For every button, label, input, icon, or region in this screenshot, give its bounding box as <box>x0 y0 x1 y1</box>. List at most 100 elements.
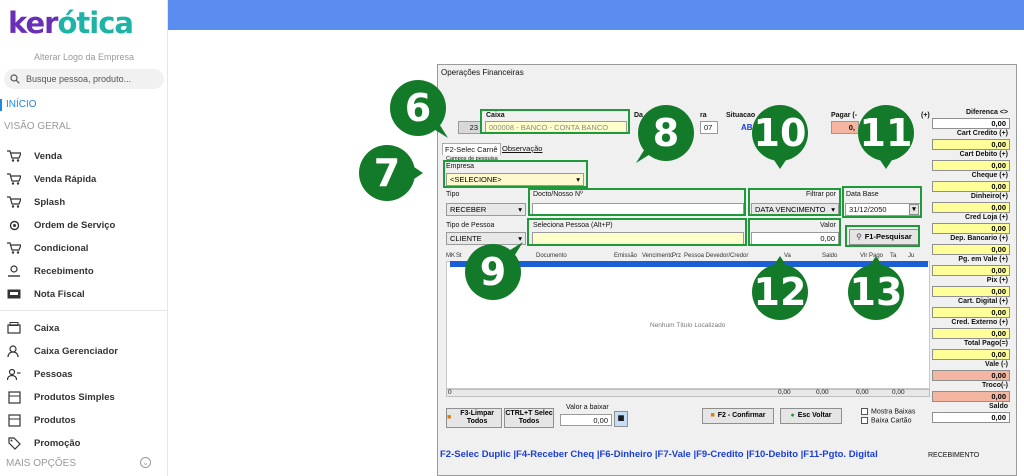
summary-value[interactable]: 0,00 <box>932 223 1010 234</box>
tag-icon <box>6 436 22 450</box>
summary-value[interactable]: 0,00 <box>932 265 1010 276</box>
summary-value[interactable]: 0,00 <box>932 349 1010 360</box>
mostra-baixas-checkbox[interactable]: Mostra Baixas <box>861 408 915 415</box>
summary-value[interactable]: 0,00 <box>932 202 1010 213</box>
payment-summary-panel: Diferenca <> 0,00 Cart Credito (+) 0,00 Cart… <box>932 109 1012 439</box>
summary-label: Dep. Bancario (+) <box>950 235 1008 242</box>
summary-value[interactable]: 0,00 <box>932 118 1010 129</box>
total-juros: 0,00 <box>892 389 905 396</box>
summary-label: Pix (+) <box>986 277 1008 284</box>
search-input[interactable]: Busque pessoa, produto... <box>4 69 164 89</box>
ra-label: ra <box>700 112 707 119</box>
calculator-icon[interactable]: ▦ <box>614 411 628 427</box>
tab-observacao[interactable]: Observação <box>502 144 542 153</box>
brand-logo[interactable]: kerótica <box>8 6 134 40</box>
ra-field[interactable]: 07 <box>700 121 718 134</box>
total-valor: 0,00 <box>778 389 791 396</box>
sidebar-item-produtos-simples[interactable]: Produtos Simples <box>6 388 115 406</box>
nfe-icon <box>6 287 22 301</box>
section-overview: VISÃO GERAL <box>4 121 72 132</box>
sidebar-item-venda[interactable]: Venda <box>6 147 62 165</box>
summary-value[interactable]: 0,00 <box>932 307 1010 318</box>
callout-number: 13 <box>849 270 903 314</box>
app-root: kerótica Alterar Logo da Empresa Busque … <box>0 0 1024 476</box>
summary-label: Cred. Externo (+) <box>951 319 1008 326</box>
tab-selec-carne[interactable]: F2-Selec Carnê <box>442 143 501 155</box>
summary-label: Dinheiro(+) <box>970 193 1008 200</box>
dialog-title: Operações Financeiras <box>441 68 524 77</box>
register-icon <box>6 321 22 335</box>
cart-icon <box>6 241 22 255</box>
cart-fast-icon <box>6 172 22 186</box>
sidebar-item-caixa[interactable]: Caixa <box>6 319 59 337</box>
limpar-todos-button[interactable]: ■ F3-Limpar Todos <box>446 408 502 428</box>
summary-value[interactable]: 0,00 <box>932 286 1010 297</box>
sidebar-item-ordem-servico[interactable]: Ordem de Serviço <box>6 216 115 234</box>
summary-value[interactable]: 0,00 <box>932 412 1010 423</box>
pagar-field[interactable]: 0, <box>831 121 859 134</box>
callout-marker: 7 <box>357 143 423 203</box>
highlight-pesquisar <box>845 225 920 247</box>
sidebar-item-condicional[interactable]: Condicional <box>6 239 88 257</box>
money-hand-icon <box>6 264 22 278</box>
total-pago: 0,00 <box>856 389 869 396</box>
total-count: 0 <box>448 389 452 396</box>
cart-icon <box>6 195 22 209</box>
sidebar-divider <box>0 310 168 311</box>
active-indicator <box>0 99 2 111</box>
callout-marker: 9 <box>463 242 523 302</box>
summary-value[interactable]: 0,00 <box>932 328 1010 339</box>
box-icon <box>6 390 22 404</box>
chevron-down-icon[interactable]: ⌄ <box>140 457 151 468</box>
baixa-cartao-checkbox[interactable]: Baixa Cartão <box>861 417 911 424</box>
sidebar-item-nota-fiscal[interactable]: Nota Fiscal <box>6 285 85 303</box>
summary-value[interactable]: 0,00 <box>932 391 1010 402</box>
highlight-filtrar <box>748 188 841 216</box>
summary-value[interactable]: 0,00 <box>932 244 1010 255</box>
section-more[interactable]: MAIS OPÇÕES <box>6 458 76 469</box>
sidebar-item-recebimento[interactable]: Recebimento <box>6 262 94 280</box>
callout-marker: 11 <box>856 103 916 169</box>
sidebar-item-produtos[interactable]: Produtos <box>6 411 76 429</box>
callout-marker: 13 <box>846 256 906 322</box>
callout-number: 8 <box>652 111 680 155</box>
callout-number: 9 <box>479 250 507 294</box>
box-icon <box>6 413 22 427</box>
valor-baixar-field[interactable]: 0,00 <box>560 414 612 426</box>
function-keys-bar: F2-Selec Duplic |F4-Receber Cheq |F6-Din… <box>440 449 878 460</box>
sidebar: kerótica Alterar Logo da Empresa Busque … <box>0 0 168 476</box>
sidebar-item-splash[interactable]: Splash <box>6 193 65 211</box>
highlight-docto <box>528 188 746 216</box>
sidebar-item-pessoas[interactable]: Pessoas <box>6 365 73 383</box>
sidebar-item-caixa-gerenciador[interactable]: Caixa Gerenciador <box>6 342 118 360</box>
total-saldo: 0,00 <box>816 389 829 396</box>
cash-manager-icon <box>6 344 22 358</box>
summary-label: Total Pago(=) <box>963 340 1008 347</box>
people-icon <box>6 367 22 381</box>
summary-value[interactable]: 0,00 <box>932 139 1010 150</box>
summary-label: Cart Debito (+) <box>959 151 1008 158</box>
top-bar <box>168 0 1024 30</box>
back-icon: ● <box>790 412 795 419</box>
caixa-number-field[interactable]: 23 <box>458 121 482 134</box>
cart-icon <box>6 149 22 163</box>
selec-todos-button[interactable]: CTRL+T Selec Todos <box>504 408 554 428</box>
summary-label: Cart. Digital (+) <box>958 298 1008 305</box>
sidebar-item-venda-rapida[interactable]: Venda Rápida <box>6 170 96 188</box>
pagar-label: Pagar (- <box>831 112 858 119</box>
callout-marker: 8 <box>636 103 696 163</box>
change-logo-link[interactable]: Alterar Logo da Empresa <box>0 52 168 62</box>
sidebar-item-promocao[interactable]: Promoção <box>6 434 80 452</box>
tipo-select[interactable]: RECEBER ▾ <box>446 203 526 216</box>
confirmar-button[interactable]: ■ F2 - Confirmar <box>702 408 774 424</box>
summary-value[interactable]: 0,00 <box>932 370 1010 381</box>
summary-label: Cheque (+) <box>971 172 1008 179</box>
highlight-caixa <box>480 109 630 134</box>
plus-label: (+) <box>921 112 930 119</box>
callout-marker: 12 <box>750 256 810 322</box>
summary-value[interactable]: 0,00 <box>932 181 1010 192</box>
nav-home[interactable]: INÍCIO <box>6 99 37 110</box>
summary-value[interactable]: 0,00 <box>932 160 1010 171</box>
esc-voltar-button[interactable]: ● Esc Voltar <box>780 408 842 424</box>
summary-label: Pg. em Vale (+) <box>958 256 1008 263</box>
